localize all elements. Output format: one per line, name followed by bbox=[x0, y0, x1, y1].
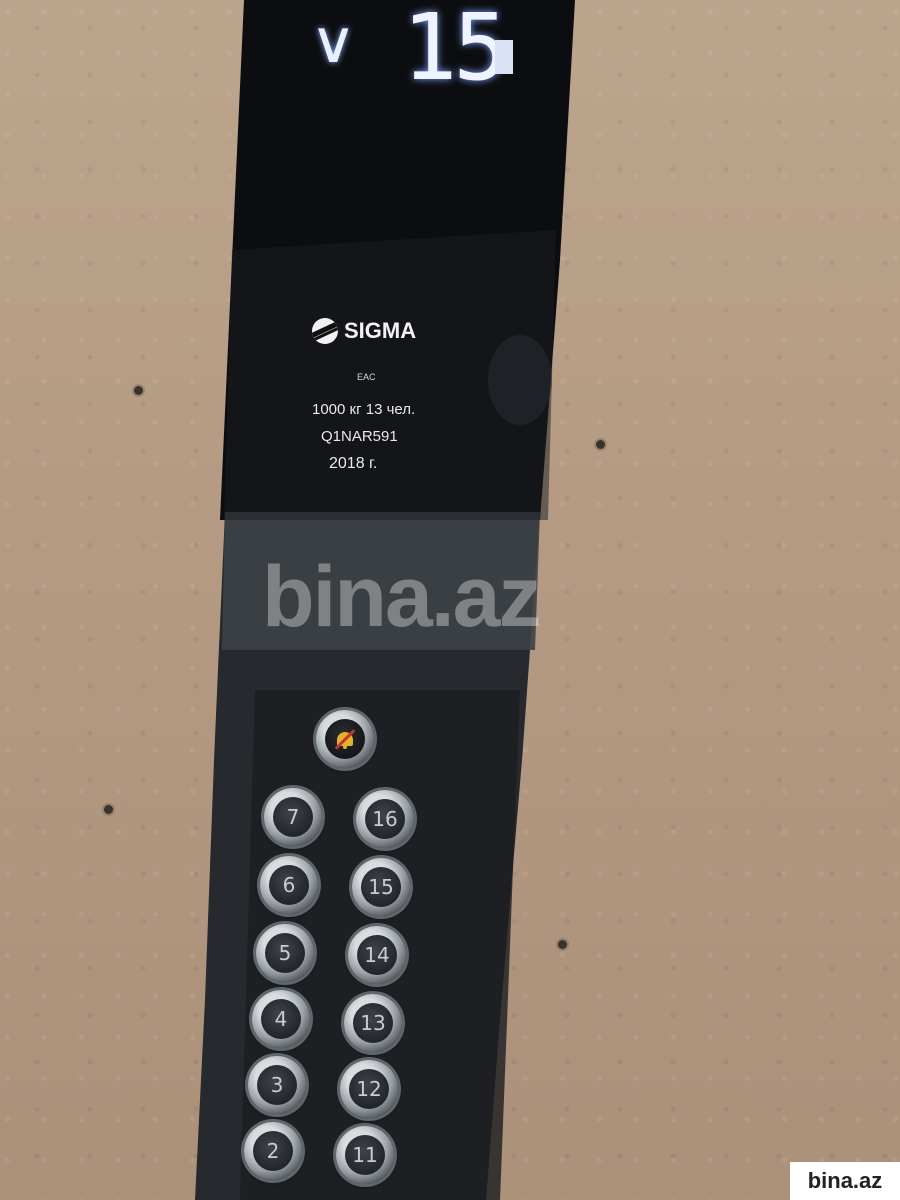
floor-button-label: 3 bbox=[257, 1065, 297, 1105]
watermark: bina.az bbox=[262, 549, 542, 645]
alarm-button[interactable] bbox=[316, 710, 374, 768]
floor-button-2[interactable]: 2 bbox=[244, 1122, 302, 1180]
year-label: 2018 г. bbox=[329, 455, 378, 472]
floor-button-14[interactable]: 14 bbox=[348, 926, 406, 984]
floor-button-6[interactable]: 6 bbox=[260, 856, 318, 914]
floor-button-label: 13 bbox=[353, 1003, 393, 1043]
floor-button-15[interactable]: 15 bbox=[352, 858, 410, 916]
floor-button-label: 16 bbox=[365, 799, 405, 839]
direction-arrow-icon: ∨ bbox=[309, 8, 357, 76]
floor-button-label: 4 bbox=[261, 999, 301, 1039]
floor-button-label: 2 bbox=[253, 1131, 293, 1171]
floor-button-12[interactable]: 12 bbox=[340, 1060, 398, 1118]
capacity-label: 1000 кг 13 чел. bbox=[312, 401, 416, 418]
floor-button-3[interactable]: 3 bbox=[248, 1056, 306, 1114]
floor-button-label: 11 bbox=[345, 1135, 385, 1175]
site-badge: bina.az bbox=[790, 1162, 900, 1200]
sigma-logo: SIGMA bbox=[312, 318, 416, 344]
sigma-logo-icon bbox=[312, 318, 338, 344]
floor-button-11[interactable]: 11 bbox=[336, 1126, 394, 1184]
alarm-bell-icon bbox=[325, 719, 365, 759]
floor-button-13[interactable]: 13 bbox=[344, 994, 402, 1052]
elevator-control-panel: ∨ 15 SIGMA EAC 1000 кг 13 чел. Q1NAR591 … bbox=[0, 0, 900, 1200]
floor-button-label: 14 bbox=[357, 935, 397, 975]
floor-button-7[interactable]: 7 bbox=[264, 788, 322, 846]
floor-indicator: 15 bbox=[402, 0, 509, 101]
floor-button-16[interactable]: 16 bbox=[356, 790, 414, 848]
display-segment bbox=[495, 40, 513, 74]
floor-button-label: 7 bbox=[273, 797, 313, 837]
floor-button-label: 15 bbox=[361, 867, 401, 907]
floor-button-4[interactable]: 4 bbox=[252, 990, 310, 1048]
floor-button-label: 6 bbox=[269, 865, 309, 905]
floor-button-label: 5 bbox=[265, 933, 305, 973]
brand-name: SIGMA bbox=[344, 318, 417, 343]
floor-button-5[interactable]: 5 bbox=[256, 924, 314, 982]
serial-number: Q1NAR591 bbox=[321, 428, 398, 445]
eac-mark: EAC bbox=[357, 372, 376, 382]
floor-button-label: 12 bbox=[349, 1069, 389, 1109]
